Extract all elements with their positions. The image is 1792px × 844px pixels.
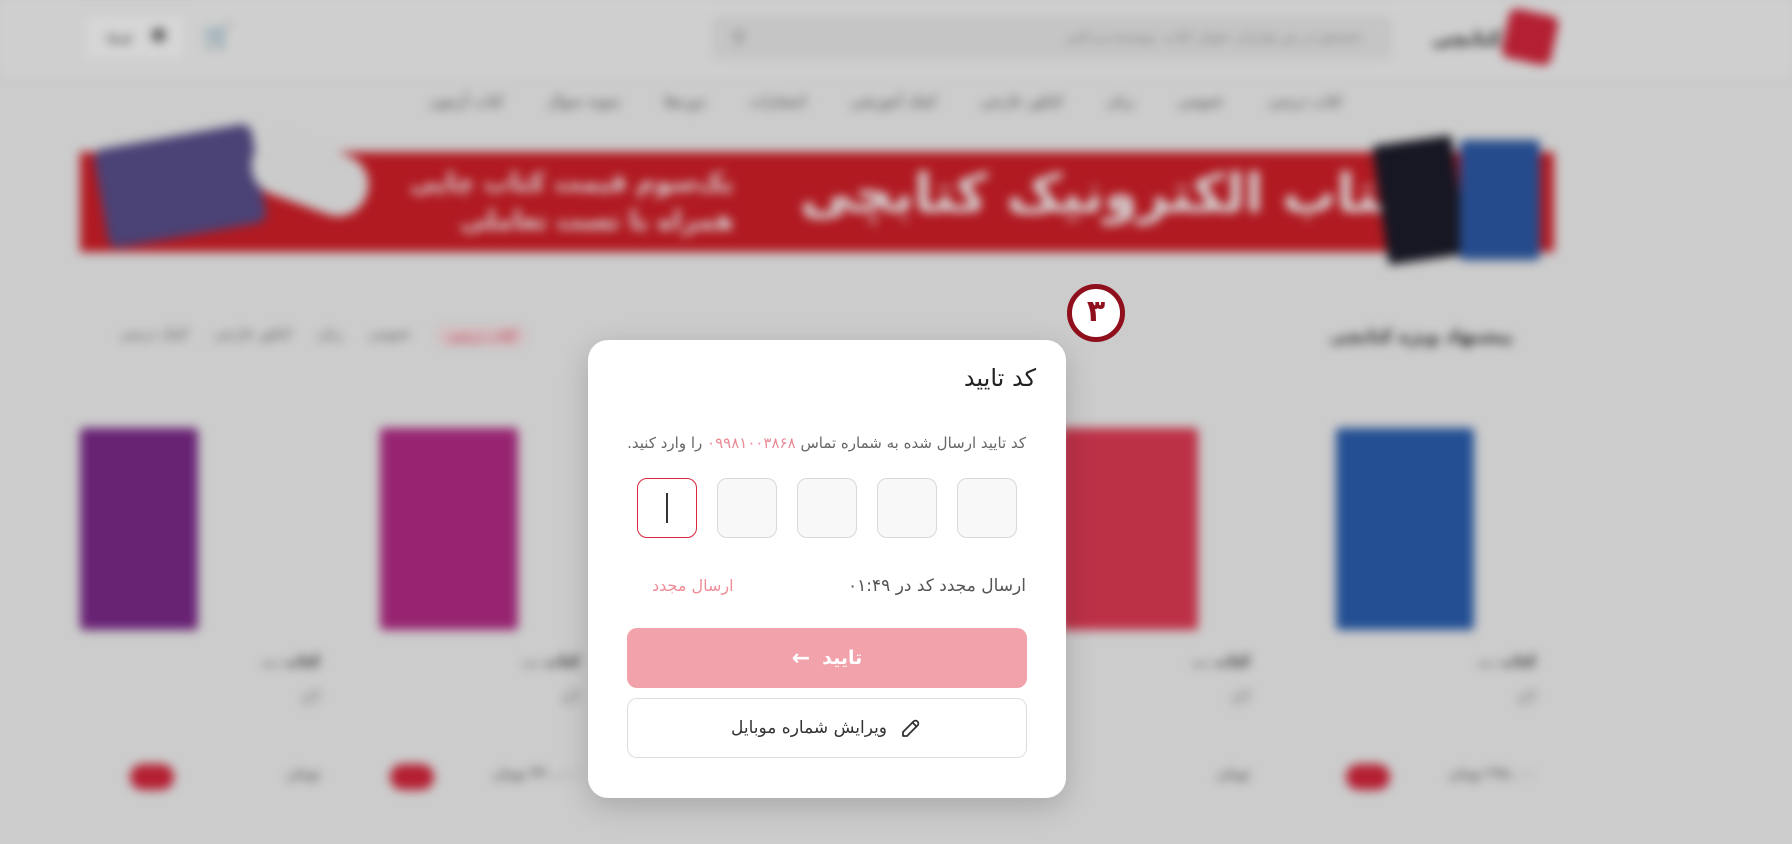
otp-modal: کد تایید کد تایید ارسال شده به شماره تما… [588, 340, 1066, 798]
otp-description-suffix: را وارد کنید. [627, 434, 703, 452]
otp-digit-input[interactable] [957, 478, 1017, 538]
phone-number: ۰۹۹۸۱۰۰۳۸۶۸ [707, 434, 796, 452]
otp-description: کد تایید ارسال شده به شماره تماس ۰۹۹۸۱۰۰… [627, 434, 1026, 452]
otp-digit-input[interactable] [797, 478, 857, 538]
edit-phone-label: ویرایش شماره موبایل [730, 718, 888, 738]
otp-description-prefix: کد تایید ارسال شده به شماره تماس [800, 434, 1026, 452]
step-number-badge: ۳ [1067, 284, 1125, 342]
modal-title: کد تایید [963, 364, 1036, 392]
arrow-left-icon: ← [791, 645, 811, 671]
text-caret [666, 493, 668, 523]
edit-phone-button[interactable]: ویرایش شماره موبایل [627, 698, 1027, 758]
otp-digit-input[interactable] [717, 478, 777, 538]
pencil-icon [902, 719, 920, 737]
resend-link[interactable]: ارسال مجدد [652, 576, 734, 595]
otp-digit-input[interactable] [877, 478, 937, 538]
confirm-button[interactable]: تایید ← [627, 628, 1027, 688]
resend-timer: ارسال مجدد کد در ۰۱:۴۹ [848, 576, 1026, 596]
confirm-label: تایید [822, 647, 863, 669]
otp-inputs [637, 478, 1017, 538]
otp-digit-input[interactable] [637, 478, 697, 538]
